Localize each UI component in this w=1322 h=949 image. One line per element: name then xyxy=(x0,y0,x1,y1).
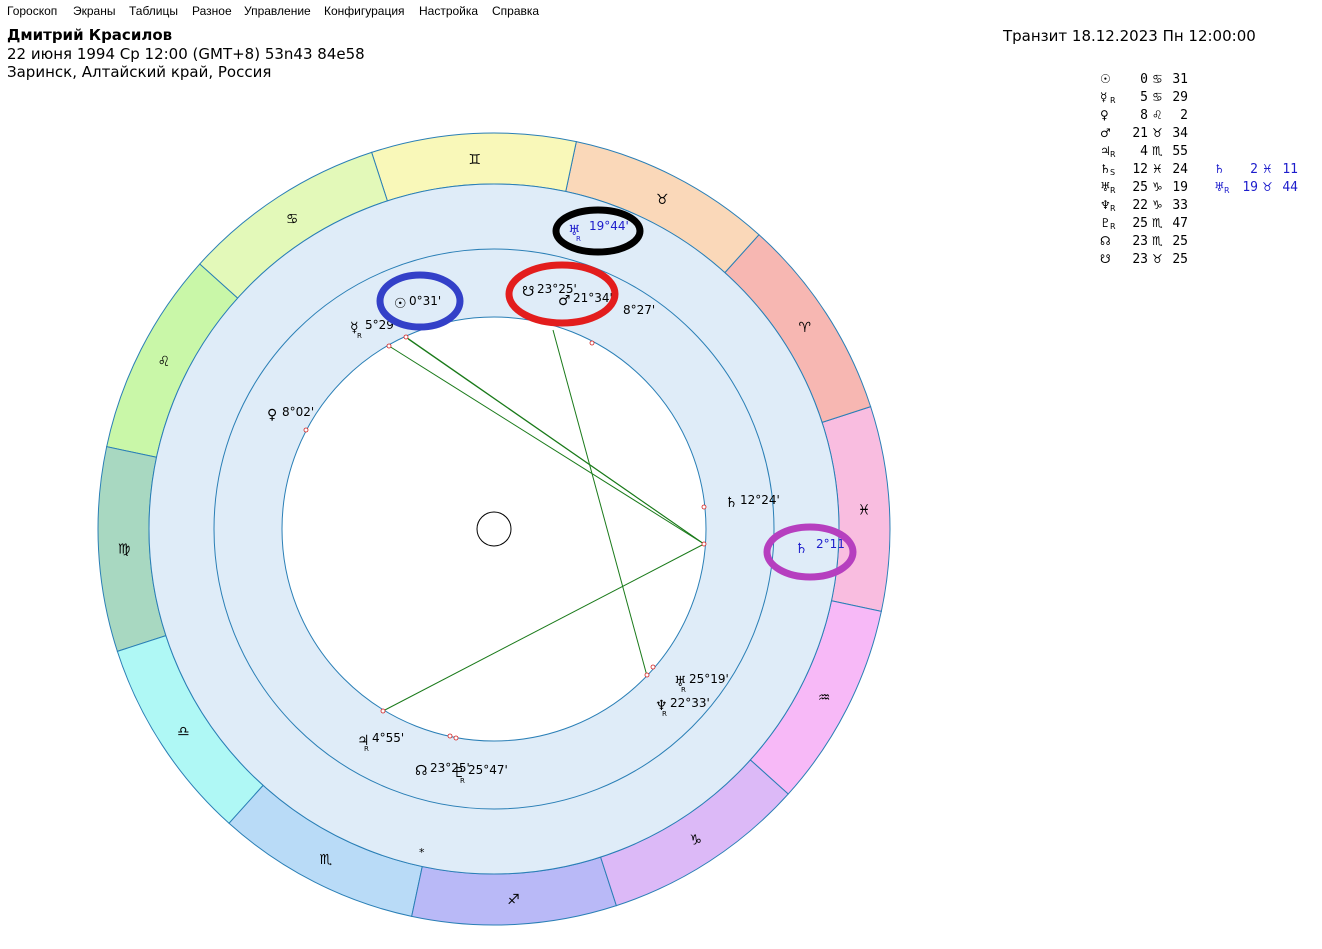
retro-mark: R xyxy=(662,710,667,718)
gemini-sign-icon: ♊ xyxy=(468,152,481,168)
planet-marker xyxy=(303,427,309,433)
taurus-sign-icon: ♉ xyxy=(656,192,669,208)
natal-mars-position: 21°34' xyxy=(573,291,613,305)
leo-sign-icon: ♌ xyxy=(158,354,171,370)
planet-marker xyxy=(701,541,707,547)
scorpio-sign-icon: ♏ xyxy=(320,852,333,868)
retro-mark: R xyxy=(576,235,581,243)
retro-mark: R xyxy=(460,777,465,785)
aquarius-sign-icon: ♒ xyxy=(818,690,831,706)
planet-marker xyxy=(650,664,656,670)
transit-uranus-position: 19°44' xyxy=(589,219,629,233)
aries-sign-icon: ♈ xyxy=(798,320,811,336)
natal-saturn-position: 12°24' xyxy=(740,493,780,507)
natal-sun-position: 0°31' xyxy=(409,294,441,308)
planet-marker xyxy=(453,735,459,741)
horoscope-wheel[interactable]: ♓♈♉♊♋♌♍♎♏♐♑♒♅R25°19'♆R22°33'♃R4°55'☊ 23°2… xyxy=(0,0,1322,949)
capricorn-sign-icon: ♑ xyxy=(690,833,703,849)
mars-glyph-icon: ♂ xyxy=(558,293,571,309)
planet-marker xyxy=(386,343,392,349)
retro-mark: R xyxy=(357,332,362,340)
planet-marker xyxy=(701,504,707,510)
natal-south-node-position: 23°25' xyxy=(537,282,577,296)
natal-asc-position: 8°27' xyxy=(623,303,655,317)
planet-marker xyxy=(403,334,409,340)
sagittarius-sign-icon: ♐ xyxy=(507,892,520,908)
natal-pluto-position: 25°47' xyxy=(468,763,508,777)
virgo-sign-icon: ♍ xyxy=(118,541,131,557)
cancer-sign-icon: ♋ xyxy=(286,211,299,227)
retro-mark: R xyxy=(364,745,369,753)
retro-mark: R xyxy=(681,686,686,694)
south-node-glyph-icon: ☋ xyxy=(522,284,534,300)
natal-neptune-position: 22°33' xyxy=(670,696,710,710)
aspect-circle xyxy=(281,316,707,742)
north-node-glyph-icon: ☊ xyxy=(415,763,427,779)
planet-marker xyxy=(589,340,595,346)
natal-jupiter-position: 4°55' xyxy=(372,731,404,745)
pisces-sign-icon: ♓ xyxy=(858,503,871,519)
libra-sign-icon: ♎ xyxy=(177,724,190,740)
house-marker: * xyxy=(419,846,425,859)
natal-venus-position: 8°02' xyxy=(282,405,314,419)
venus-glyph-icon: ♀ xyxy=(267,407,277,423)
natal-uranus-position: 25°19' xyxy=(689,672,729,686)
saturn-glyph-icon: ♄ xyxy=(725,495,738,511)
planet-marker xyxy=(380,708,386,714)
sun-glyph-icon: ☉ xyxy=(394,296,407,312)
transit-saturn-glyph-icon: ♄ xyxy=(795,541,808,557)
planet-marker xyxy=(644,672,650,678)
planet-marker xyxy=(447,733,453,739)
